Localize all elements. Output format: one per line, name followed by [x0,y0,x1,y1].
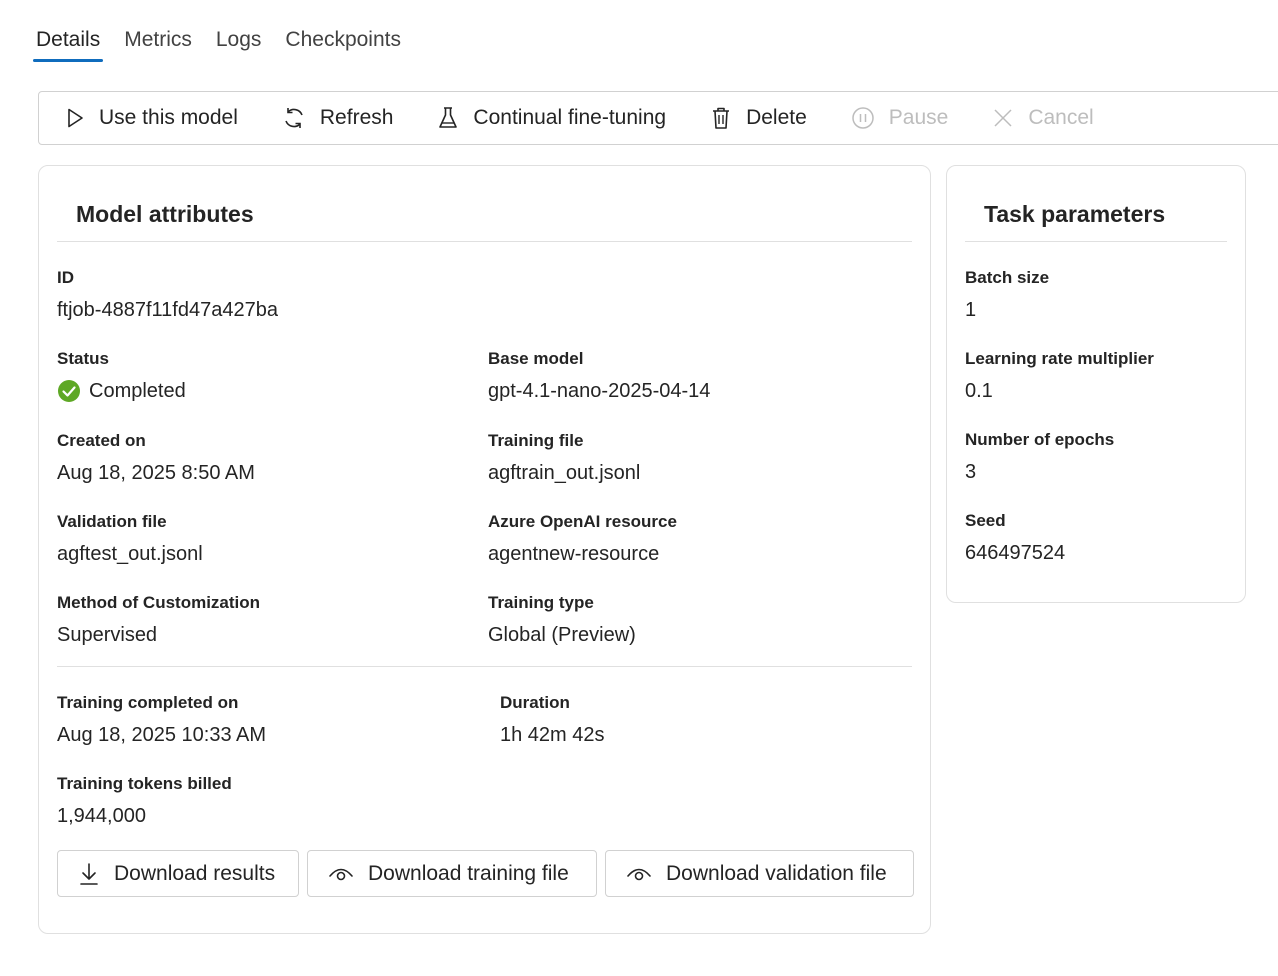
use-model-label: Use this model [99,106,238,129]
delete-label: Delete [746,106,807,129]
created-on-label: Created on [57,431,146,450]
id-value: ftjob-4887f11fd47a427ba [57,299,278,321]
duration-field: Duration 1h 42m 42s [500,692,605,748]
pause-label: Pause [888,106,949,129]
trash-icon [713,107,730,129]
tab-logs[interactable]: Logs [216,24,262,62]
tokens-label: Training tokens billed [57,774,232,793]
completed-on-field: Training completed on Aug 18, 2025 10:33… [57,692,266,748]
epochs-field: Number of epochs 3 [965,429,1114,485]
download-results-button[interactable]: Download results [57,850,299,897]
duration-value: 1h 42m 42s [500,724,605,746]
continual-fine-tuning-button[interactable]: Continual fine-tuning [437,106,666,130]
status-value: Completed [89,380,186,402]
batch-size-label: Batch size [965,268,1050,287]
batch-size-field: Batch size 1 [965,267,1049,323]
use-model-button[interactable]: Use this model [65,106,238,130]
model-attributes-card: Model attributes ID ftjob-4887f11fd47a42… [38,165,931,934]
epochs-label: Number of epochs [965,430,1115,449]
id-field: ID ftjob-4887f11fd47a427ba [57,267,278,323]
duration-label: Duration [500,693,570,712]
training-type-value: Global (Preview) [488,624,636,646]
method-field: Method of Customization Supervised [57,592,260,648]
refresh-icon [285,108,303,128]
tab-details[interactable]: Details [32,24,104,62]
download-icon [80,862,98,885]
download-training-file-label: Download training file [368,861,569,885]
cancel-button[interactable]: Cancel [992,106,1094,130]
tab-checkpoints[interactable]: Checkpoints [285,24,401,62]
check-circle-icon [58,380,80,402]
task-parameters-title: Task parameters [984,201,1166,227]
base-model-label: Base model [488,349,584,368]
download-results-label: Download results [114,861,276,885]
training-type-label: Training type [488,593,594,612]
tab-metrics[interactable]: Metrics [124,24,192,62]
seed-label: Seed [965,511,1006,530]
validation-file-field: Validation file agftest_out.jsonl [57,511,203,567]
delete-button[interactable]: Delete [710,106,807,130]
validation-file-value: agftest_out.jsonl [57,543,203,565]
training-file-label: Training file [488,431,584,450]
lr-multiplier-label: Learning rate multiplier [965,349,1154,368]
lr-multiplier-value: 0.1 [965,380,993,402]
task-title-divider [965,241,1227,242]
training-type-field: Training type Global (Preview) [488,592,636,648]
model-attributes-title: Model attributes [76,201,254,227]
continual-fine-tuning-label: Continual fine-tuning [473,106,667,129]
tab-bar: Details Metrics Logs Checkpoints [32,24,401,64]
download-training-file-button[interactable]: Download training file [307,850,597,897]
close-icon [994,109,1012,127]
batch-size-value: 1 [965,299,977,321]
command-bar: Use this model Refresh Continual fine-tu… [38,91,1278,145]
pause-button[interactable]: Pause [851,106,949,130]
resource-value: agentnew-resource [488,543,660,565]
resource-field: Azure OpenAI resource agentnew-resource [488,511,677,567]
download-buttons: Download results Download training file … [57,850,914,897]
cancel-label: Cancel [1028,106,1094,129]
completed-on-label: Training completed on [57,693,239,712]
play-icon [68,108,83,128]
id-label: ID [57,268,74,287]
created-on-value: Aug 18, 2025 8:50 AM [57,462,255,484]
refresh-button[interactable]: Refresh [282,106,394,130]
download-validation-file-button[interactable]: Download validation file [605,850,914,897]
lr-multiplier-field: Learning rate multiplier 0.1 [965,348,1154,404]
training-file-value: agftrain_out.jsonl [488,462,641,484]
eye-icon [329,868,353,880]
method-label: Method of Customization [57,593,261,612]
download-validation-file-label: Download validation file [666,861,887,885]
validation-file-label: Validation file [57,512,167,531]
refresh-label: Refresh [319,106,394,129]
base-model-value: gpt-4.1-nano-2025-04-14 [488,380,711,402]
status-field: Status Completed [57,348,186,404]
training-file-field: Training file agftrain_out.jsonl [488,430,640,486]
pause-icon [852,107,874,129]
created-on-field: Created on Aug 18, 2025 8:50 AM [57,430,255,486]
flask-icon [439,107,458,128]
epochs-value: 3 [965,461,977,483]
seed-field: Seed 646497524 [965,510,1065,566]
method-value: Supervised [57,624,158,646]
seed-value: 646497524 [965,542,1066,564]
title-divider [57,241,912,242]
tokens-field: Training tokens billed 1,944,000 [57,773,232,829]
eye-icon [627,868,651,880]
tokens-value: 1,944,000 [57,805,146,827]
status-label: Status [57,349,109,368]
section-divider [57,666,912,667]
base-model-field: Base model gpt-4.1-nano-2025-04-14 [488,348,710,404]
completed-on-value: Aug 18, 2025 10:33 AM [57,724,267,746]
resource-label: Azure OpenAI resource [488,512,677,531]
task-parameters-card: Task parameters Batch size 1 Learning ra… [946,165,1246,603]
